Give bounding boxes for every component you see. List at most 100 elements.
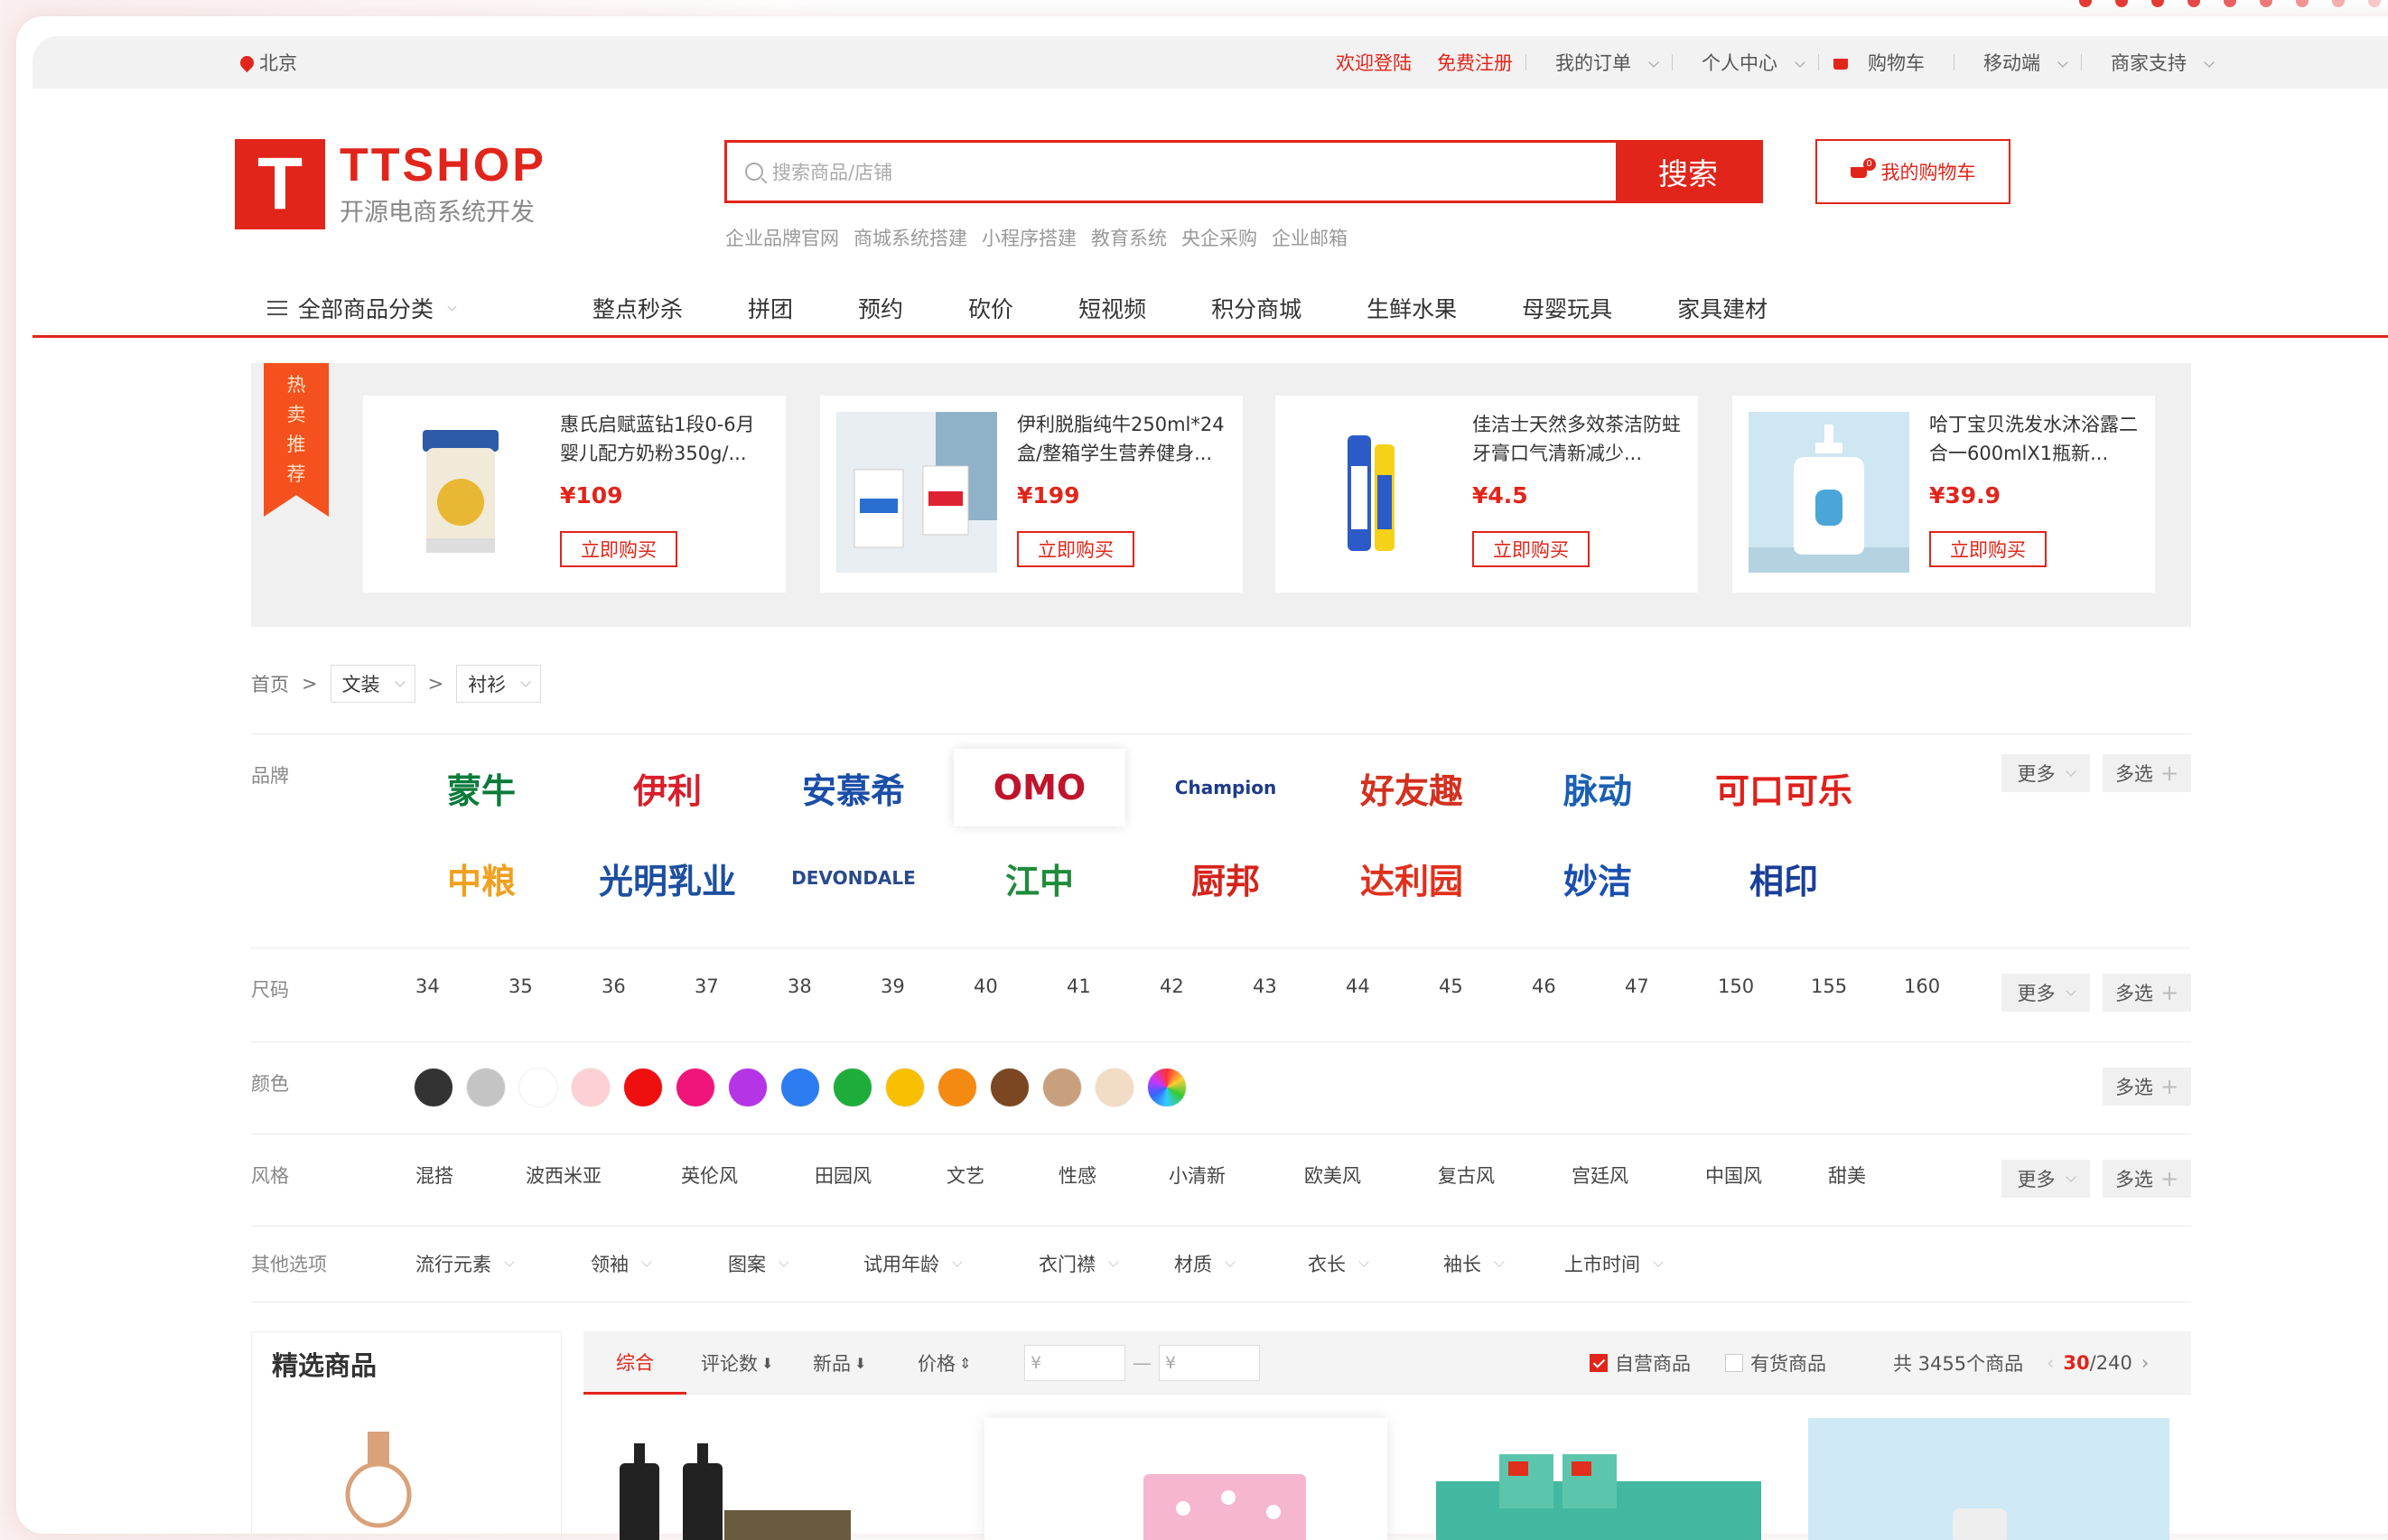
size-option[interactable]: 45 [1439, 975, 1532, 997]
color-swatch[interactable] [414, 1068, 453, 1107]
more-button[interactable]: 更多 [2001, 1160, 2090, 1198]
nav-item[interactable]: 整点秒杀 [592, 292, 683, 324]
size-option[interactable]: 37 [695, 975, 788, 997]
sort-tab-new[interactable]: 新品 ⬇ [813, 1331, 866, 1395]
hotword-link[interactable]: 央企采购 [1181, 224, 1257, 251]
brand-logo[interactable]: 光明乳业 [582, 839, 753, 917]
size-option[interactable]: 38 [788, 975, 881, 997]
size-option[interactable]: 35 [508, 975, 602, 997]
color-swatch[interactable] [1095, 1068, 1134, 1107]
other-option-dropdown[interactable]: 流行元素 [415, 1250, 591, 1277]
nav-item[interactable]: 预约 [858, 292, 903, 324]
style-option[interactable]: 性感 [1059, 1162, 1169, 1189]
hot-product-card[interactable]: 哈丁宝贝洗发水沐浴露二合一600mlX1瓶新... ¥39.9 立即购买 [1732, 396, 2155, 593]
style-option[interactable]: 田园风 [815, 1162, 947, 1189]
hot-product-card[interactable]: 伊利脱脂纯牛250ml*24盒/整箱学生营养健身... ¥199 立即购买 [820, 396, 1243, 593]
nav-item[interactable]: 生鲜水果 [1367, 292, 1457, 324]
hotword-link[interactable]: 教育系统 [1091, 224, 1167, 251]
nav-item[interactable]: 拼团 [748, 292, 793, 324]
brand-logo[interactable]: 蒙牛 [396, 749, 567, 826]
more-button[interactable]: 更多 [2001, 754, 2090, 792]
multi-select-button[interactable]: 多选 + [2103, 974, 2191, 1012]
brand-logo[interactable]: 好友趣 [1326, 749, 1497, 826]
nav-item[interactable]: 短视频 [1078, 292, 1146, 324]
brand-logo[interactable]: 可口可乐 [1698, 749, 1870, 826]
style-option[interactable]: 混搭 [415, 1162, 526, 1189]
brand-logo[interactable]: 江中 [954, 839, 1125, 917]
multi-select-button[interactable]: 多选 + [2103, 1160, 2191, 1198]
color-swatch[interactable] [623, 1068, 663, 1107]
size-option[interactable]: 160 [1904, 975, 1997, 997]
self-run-checkbox[interactable]: 自营商品 [1590, 1331, 1691, 1395]
size-option[interactable]: 36 [602, 975, 695, 997]
product-card[interactable] [1427, 1418, 1770, 1540]
account-menu[interactable]: 个人中心 [1673, 49, 1818, 76]
orders-menu[interactable]: 我的订单 [1526, 49, 1672, 76]
color-swatch[interactable] [780, 1068, 820, 1107]
product-card[interactable] [611, 1418, 972, 1540]
size-option[interactable]: 150 [1718, 975, 1811, 997]
color-swatch[interactable] [885, 1068, 925, 1107]
brand-logo[interactable]: 相印 [1698, 839, 1870, 917]
buy-now-button[interactable]: 立即购买 [1929, 531, 2047, 567]
color-swatch[interactable] [728, 1068, 768, 1107]
breadcrumb-home[interactable]: 首页 [251, 670, 289, 697]
style-option[interactable]: 波西米亚 [526, 1162, 681, 1189]
multi-select-button[interactable]: 多选 + [2103, 1068, 2191, 1106]
size-option[interactable]: 39 [881, 975, 974, 997]
search-button[interactable]: 搜索 [1616, 143, 1760, 201]
nav-item[interactable]: 积分商城 [1211, 292, 1301, 324]
hotword-link[interactable]: 企业邮箱 [1272, 224, 1348, 251]
size-option[interactable]: 41 [1067, 975, 1160, 997]
brand-logo[interactable]: 安慕希 [768, 749, 939, 826]
size-option[interactable]: 47 [1625, 975, 1718, 997]
hotword-link[interactable]: 商城系统搭建 [854, 224, 967, 251]
location-selector[interactable]: 北京 [237, 36, 297, 89]
brand-logo[interactable]: 脉动 [1512, 749, 1684, 826]
buy-now-button[interactable]: 立即购买 [1472, 531, 1590, 567]
hot-product-card[interactable]: 惠氏启赋蓝钻1段0-6月婴儿配方奶粉350g/... ¥109 立即购买 [363, 396, 786, 593]
brand-logo[interactable]: 中粮 [396, 839, 567, 917]
price-min-input[interactable]: ¥ [1024, 1345, 1125, 1381]
multi-select-button[interactable]: 多选 + [2103, 754, 2191, 792]
register-link[interactable]: 免费注册 [1424, 49, 1525, 76]
other-option-dropdown[interactable]: 衣长 [1308, 1250, 1443, 1277]
brand-logo[interactable]: Champion [1140, 749, 1311, 826]
nav-item[interactable]: 家具建材 [1677, 292, 1768, 324]
color-swatch[interactable] [1147, 1068, 1187, 1107]
size-option[interactable]: 44 [1346, 975, 1439, 997]
product-card[interactable] [984, 1418, 1387, 1540]
brand-logo[interactable]: 伊利 [582, 749, 753, 826]
brand-logo[interactable]: 妙洁 [1512, 839, 1684, 917]
brand-logo[interactable]: OMO [954, 749, 1125, 826]
in-stock-checkbox[interactable]: 有货商品 [1725, 1331, 1826, 1395]
size-option[interactable]: 43 [1253, 975, 1346, 997]
color-swatch[interactable] [571, 1068, 611, 1107]
buy-now-button[interactable]: 立即购买 [560, 531, 677, 567]
hotword-link[interactable]: 小程序搭建 [982, 224, 1077, 251]
color-swatch[interactable] [676, 1068, 715, 1107]
hotword-link[interactable]: 企业品牌官网 [725, 224, 839, 251]
style-option[interactable]: 甜美 [1828, 1162, 1936, 1189]
cart-link[interactable]: 购物车 [1819, 49, 1954, 76]
style-option[interactable]: 宫廷风 [1572, 1162, 1705, 1189]
size-option[interactable]: 42 [1160, 975, 1253, 997]
brand-logo[interactable]: 厨邦 [1140, 839, 1311, 917]
color-swatch[interactable] [1042, 1068, 1082, 1107]
price-max-input[interactable]: ¥ [1159, 1345, 1260, 1381]
color-swatch[interactable] [937, 1068, 977, 1107]
style-option[interactable]: 英伦风 [681, 1162, 815, 1189]
sort-tab-default[interactable]: 综合 [583, 1331, 686, 1395]
other-option-dropdown[interactable]: 图案 [728, 1250, 863, 1277]
all-categories-menu[interactable]: 全部商品分类 [267, 292, 592, 324]
site-logo[interactable]: T TTSHOP 开源电商系统开发 [235, 139, 546, 229]
breadcrumb-dropdown[interactable]: 衬衫 [456, 665, 542, 703]
prev-page-icon[interactable]: ‹ [2047, 1352, 2054, 1374]
color-swatch[interactable] [518, 1068, 558, 1107]
brand-logo[interactable]: DEVONDALE [768, 839, 939, 917]
breadcrumb-dropdown[interactable]: 文装 [330, 665, 415, 703]
color-swatch[interactable] [833, 1068, 872, 1107]
sort-tab-price[interactable]: 价格 ⇕ [918, 1331, 971, 1395]
brand-logo[interactable]: 达利园 [1326, 839, 1497, 917]
color-swatch[interactable] [990, 1068, 1030, 1107]
